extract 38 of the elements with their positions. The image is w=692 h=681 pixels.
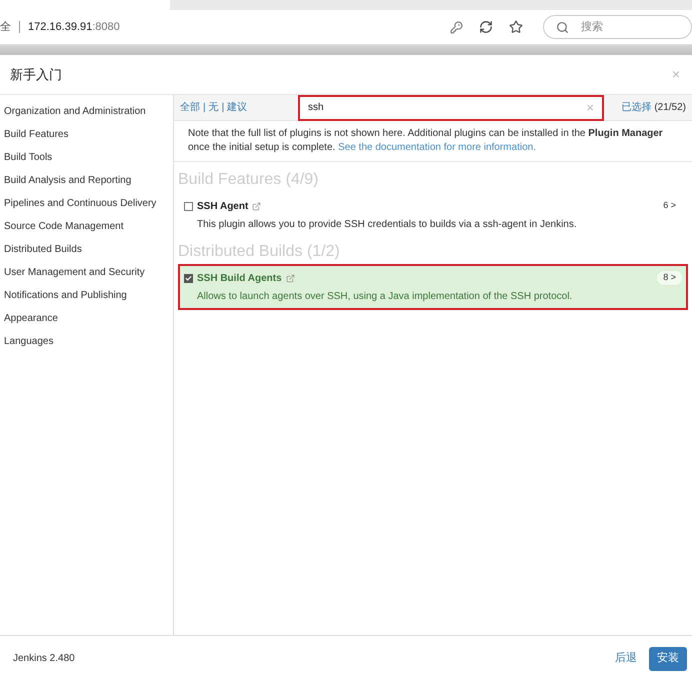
plugin-checkbox[interactable] xyxy=(184,274,193,282)
filter-link[interactable]: 无 xyxy=(208,100,219,115)
star-icon[interactable] xyxy=(509,20,523,34)
sidebar-item[interactable]: User Management and Security xyxy=(0,261,173,284)
separator-text: | xyxy=(222,101,224,115)
separator-text: | xyxy=(203,101,206,115)
search-icon xyxy=(556,20,569,34)
sidebar-item[interactable]: Distributed Builds xyxy=(0,238,173,261)
version-text: Jenkins 2.480 xyxy=(13,652,76,666)
browser-search-field[interactable]: 搜索 xyxy=(543,15,692,39)
external-link-icon[interactable] xyxy=(286,274,295,282)
plugin-name[interactable]: SSH Agent xyxy=(197,198,248,214)
plugin-row[interactable]: SSH Build Agents 8 > Allows to launch agents over SSH, using a Java implementation of the SSH protocol. xyxy=(178,264,688,310)
sidebar-item[interactable]: Pipelines and Continuous Delivery xyxy=(0,192,173,215)
key-icon[interactable] xyxy=(450,20,463,34)
dependency-count[interactable]: 8 > xyxy=(657,271,682,285)
filter-link[interactable]: 建议 xyxy=(227,100,248,115)
sidebar-item[interactable]: Notifications and Publishing xyxy=(0,284,173,307)
plugin-name[interactable]: SSH Build Agents xyxy=(197,270,282,286)
sidebar-item[interactable]: Source Code Management xyxy=(0,215,173,238)
external-link-icon[interactable] xyxy=(252,202,262,210)
selected-count-link[interactable]: 已选择 (21/52) xyxy=(622,100,686,115)
sidebar-item[interactable]: Languages xyxy=(0,330,173,353)
sidebar-item[interactable]: Build Features xyxy=(0,123,173,146)
install-button[interactable]: 安装 xyxy=(649,646,687,670)
note-text: Note that the full list of plugins is not shown here. Additional plugins can be installed in the Plugin Manager once the initial setup is complete. See the documentation for more information. xyxy=(174,121,692,162)
sidebar-item[interactable]: Build Tools xyxy=(0,146,173,169)
sidebar-item[interactable]: Appearance xyxy=(0,307,173,330)
sidebar-item[interactable]: Build Analysis and Reporting xyxy=(0,169,173,192)
plugin-checkbox[interactable] xyxy=(184,202,193,210)
sidebar-item[interactable]: Organization and Administration xyxy=(0,100,173,123)
plugin-description: This plugin allows you to provide SSH credentials to builds via a ssh-agent in Jenkins. xyxy=(196,218,578,232)
back-link[interactable]: 后退 xyxy=(615,650,637,667)
plugin-description: Allows to launch agents over SSH, using a Java implementation of the SSH protocol. xyxy=(196,290,574,304)
plugin-search-field[interactable]: ssh × xyxy=(298,94,604,120)
dialog-title: 新手入门 xyxy=(10,66,62,84)
address-bar[interactable]: 全 172.16.39.91:8080 xyxy=(0,14,535,40)
filter-link[interactable]: 全部 xyxy=(180,100,200,115)
